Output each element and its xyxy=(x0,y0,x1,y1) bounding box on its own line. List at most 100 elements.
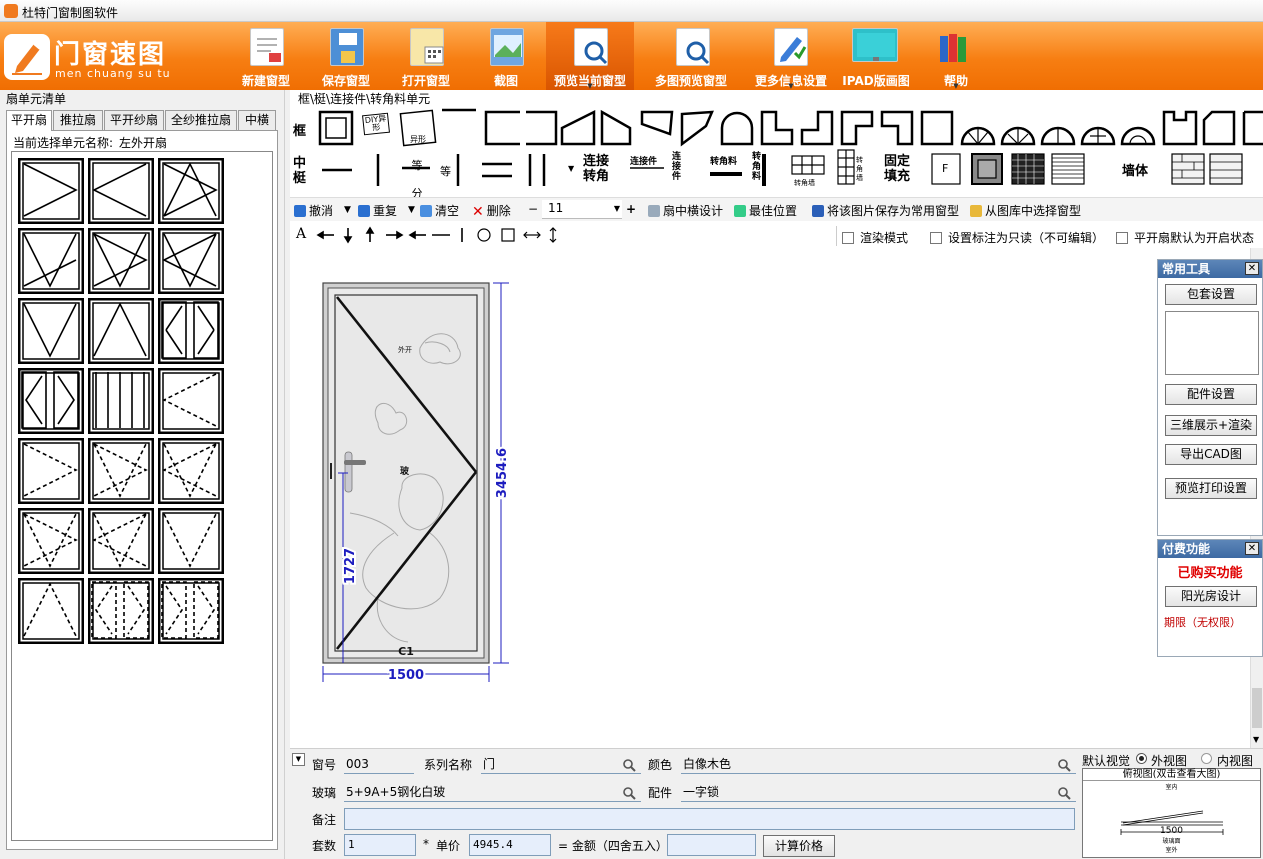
casement-open-checkbox[interactable]: 平开扇默认为开启状态 xyxy=(1116,229,1254,246)
drawing-canvas[interactable]: 外开 玻 C1 1500 3454.6 1727 xyxy=(290,248,1250,748)
fitting-field[interactable]: 一字锁 xyxy=(681,782,1076,802)
top-view-dimension: 1500 xyxy=(1160,826,1183,836)
undo-button[interactable]: 撤消 xyxy=(294,202,333,219)
sash-type-item[interactable] xyxy=(157,577,225,645)
open-window-button[interactable]: 打开窗型 xyxy=(386,22,466,90)
ipad-drawing-button[interactable]: IPAD版画图 xyxy=(836,22,916,90)
sash-tabs: 平开扇 推拉扇 平开纱扇 全纱推拉扇 中横 xyxy=(6,110,276,131)
clear-button[interactable]: 清空 xyxy=(420,202,459,219)
choose-library-button[interactable]: 从图库中选择窗型 xyxy=(970,202,1081,219)
save-common-button[interactable]: 将该图片保存为常用窗型 xyxy=(812,202,959,219)
new-window-button[interactable]: 新建窗型 xyxy=(226,22,306,90)
calculate-price-button[interactable]: 计算价格 xyxy=(763,835,835,857)
note-field[interactable] xyxy=(344,808,1075,830)
line-tools[interactable] xyxy=(314,226,564,244)
sash-type-icon xyxy=(157,437,225,505)
sash-type-item[interactable] xyxy=(17,157,85,225)
connector-vertical-label: 连接件 xyxy=(672,152,682,182)
sunroom-design-button[interactable]: 阳光房设计 xyxy=(1165,586,1257,607)
handle-height-dimension[interactable]: 1727 xyxy=(341,546,360,586)
clear-label: 清空 xyxy=(435,204,460,218)
amount-field[interactable] xyxy=(667,834,756,856)
scroll-thumb[interactable] xyxy=(1252,688,1262,728)
tab-transom[interactable]: 中横 xyxy=(238,110,276,130)
sash-type-item[interactable] xyxy=(87,577,155,645)
close-icon[interactable]: ✕ xyxy=(1245,542,1259,555)
sash-type-item[interactable] xyxy=(87,507,155,575)
door-drawing[interactable]: 外开 玻 C1 1500 3454.6 1727 xyxy=(290,248,1250,748)
tab-casement-screen[interactable]: 平开纱扇 xyxy=(104,110,164,130)
sash-panel-body: 当前选择单元名称: 左外开扇 xyxy=(6,130,278,850)
3d-render-button[interactable]: 三维展示+渲染 xyxy=(1165,415,1257,436)
tab-sliding-sash[interactable]: 推拉扇 xyxy=(53,110,103,130)
sash-type-item[interactable] xyxy=(17,507,85,575)
fitting-settings-button[interactable]: 配件设置 xyxy=(1165,384,1257,405)
search-icon[interactable] xyxy=(622,758,636,772)
redo-button[interactable]: 重复 xyxy=(358,202,397,219)
multi-preview-button[interactable]: 多图预览窗型 xyxy=(646,22,736,90)
sash-type-item[interactable] xyxy=(157,227,225,295)
sash-type-item[interactable] xyxy=(17,437,85,505)
sash-type-item[interactable] xyxy=(17,577,85,645)
glass-field[interactable]: 5+9A+5钢化白玻 xyxy=(344,782,641,802)
sash-type-item[interactable] xyxy=(17,297,85,365)
best-position-button[interactable]: 最佳位置 xyxy=(734,202,797,219)
render-mode-checkbox[interactable]: 渲染模式 xyxy=(842,229,908,246)
collapse-toggle-icon[interactable]: ▼ xyxy=(292,753,305,766)
search-icon[interactable] xyxy=(622,786,636,800)
close-icon[interactable]: ✕ xyxy=(1245,262,1259,275)
frame-cover-settings-button[interactable]: 包套设置 xyxy=(1165,284,1257,305)
color-field[interactable]: 白像木色 xyxy=(681,754,1076,774)
sash-type-item[interactable] xyxy=(157,507,225,575)
top-view-thumbnail[interactable]: 俯视图(双击查看大图) 室内 1500 玻璃面 室外 xyxy=(1082,768,1261,858)
text-tool-icon[interactable]: A xyxy=(296,226,306,242)
outer-view-radio[interactable] xyxy=(1136,753,1147,764)
decrease-size-button[interactable]: − xyxy=(528,202,538,216)
title-bar: 杜特门窗制图软件 xyxy=(0,0,1263,22)
preview-current-button[interactable]: 预览当前窗型 ▼ xyxy=(546,22,634,90)
palette-shapes[interactable] xyxy=(290,90,1263,196)
search-icon[interactable] xyxy=(1057,758,1071,772)
save-window-button[interactable]: 保存窗型 xyxy=(306,22,386,90)
chevron-down-icon[interactable]: ▼ xyxy=(408,205,415,215)
readonly-label-checkbox[interactable]: 设置标注为只读（不可编辑） xyxy=(930,229,1104,246)
ipad-icon xyxy=(852,28,898,62)
sash-type-item[interactable] xyxy=(17,227,85,295)
sash-type-item[interactable] xyxy=(157,367,225,435)
sash-transom-button[interactable]: 扇中横设计 xyxy=(648,202,723,219)
window-no-field[interactable]: 003 xyxy=(344,754,414,774)
delete-button[interactable]: ✕ 删除 xyxy=(472,202,511,220)
sets-field[interactable]: 1 xyxy=(344,834,416,856)
more-info-button[interactable]: 更多信息设置 ▼ xyxy=(748,22,834,90)
unit-price-field[interactable]: 4945.4 xyxy=(469,834,551,856)
help-button[interactable]: 帮助 ▼ xyxy=(916,22,996,90)
current-unit-label: 当前选择单元名称: xyxy=(13,136,114,150)
app-icon xyxy=(4,4,18,18)
glass-mark-text-2: 玻 xyxy=(400,465,410,477)
sash-type-item[interactable] xyxy=(87,157,155,225)
width-dimension[interactable]: 1500 xyxy=(386,666,426,685)
tab-full-screen-sliding[interactable]: 全纱推拉扇 xyxy=(165,110,237,130)
sash-type-item[interactable] xyxy=(17,367,85,435)
tab-casement-sash[interactable]: 平开扇 xyxy=(6,110,52,131)
series-field[interactable]: 门 xyxy=(481,754,641,774)
inner-view-radio[interactable] xyxy=(1201,753,1212,764)
sash-type-item[interactable] xyxy=(157,437,225,505)
search-icon[interactable] xyxy=(1057,786,1071,800)
screenshot-icon xyxy=(490,28,524,66)
print-preview-settings-button[interactable]: 预览打印设置 xyxy=(1165,478,1257,499)
sash-type-item[interactable] xyxy=(157,157,225,225)
size-select[interactable]: 11 ▼ xyxy=(542,200,622,219)
sash-type-item[interactable] xyxy=(87,437,155,505)
sash-type-item[interactable] xyxy=(87,367,155,435)
export-cad-button[interactable]: 导出CAD图 xyxy=(1165,444,1257,465)
screenshot-button[interactable]: 截图 xyxy=(466,22,546,90)
sash-type-item[interactable] xyxy=(157,297,225,365)
sash-type-item[interactable] xyxy=(87,297,155,365)
sash-type-item[interactable] xyxy=(87,227,155,295)
chevron-down-icon[interactable]: ▼ xyxy=(344,205,351,215)
palette-dropdown-icon[interactable]: ▼ xyxy=(568,164,574,173)
increase-size-button[interactable]: + xyxy=(626,202,636,216)
height-dimension[interactable]: 3454.6 xyxy=(493,446,512,500)
chevron-down-icon[interactable]: ▼ xyxy=(1253,735,1259,744)
